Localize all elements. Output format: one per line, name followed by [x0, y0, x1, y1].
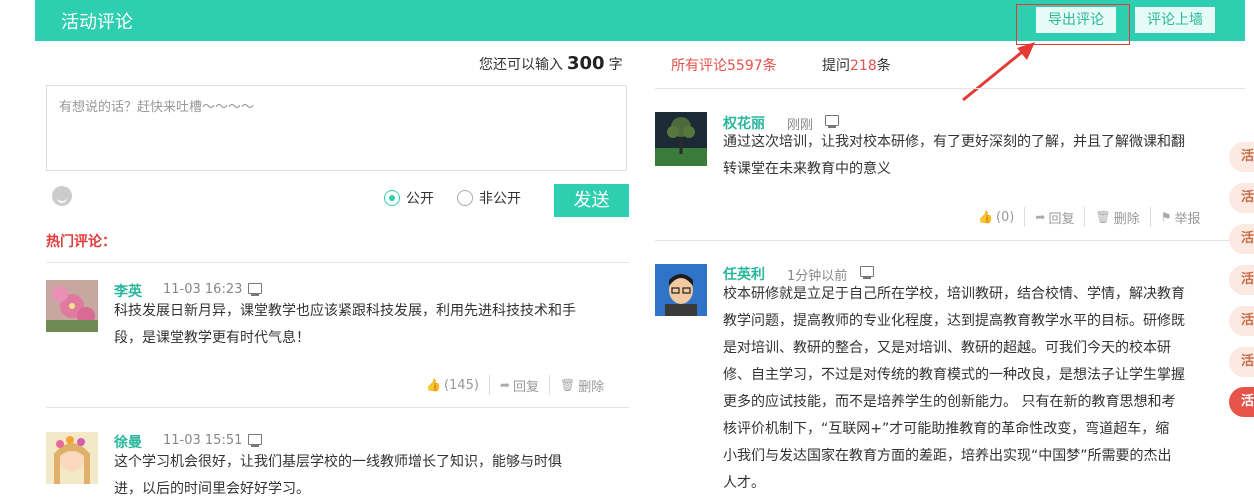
avatar[interactable]	[46, 432, 98, 484]
char-counter-value: 300	[567, 53, 605, 74]
flag-icon: ⚑	[1160, 210, 1172, 224]
side-tab[interactable]: 活	[1229, 183, 1254, 213]
divider	[655, 88, 1245, 89]
comment-actions: 👍 (145) ➦ 回复 🗑 删除	[426, 375, 604, 395]
computer-icon	[248, 283, 262, 296]
separator	[1024, 207, 1026, 227]
trash-icon: 🗑	[560, 378, 576, 392]
separator	[1084, 207, 1086, 227]
annotation-arrow-icon	[962, 42, 1035, 102]
comment-text: 教学问题，提高教师的专业化程度，达到提高教育教学水平的目标。研修既	[723, 313, 1185, 329]
avatar[interactable]	[655, 264, 707, 316]
like-button[interactable]: 👍 (145)	[426, 378, 479, 393]
reply-button[interactable]: ➦ 回复	[1035, 208, 1074, 227]
hot-comments-title: 热门评论：	[46, 234, 116, 250]
divider	[655, 240, 1245, 241]
computer-icon	[825, 115, 839, 128]
page-title: 活动评论	[61, 12, 133, 33]
report-button[interactable]: ⚑ 举报	[1161, 208, 1201, 227]
side-tab[interactable]: 活	[1229, 306, 1254, 336]
side-tab[interactable]: 活	[1229, 142, 1254, 172]
side-tab-active[interactable]: 活	[1229, 387, 1254, 417]
comment-text: 是对培训、教研的整合，又是对培训、教研的超越。可我们今天的校本研	[723, 340, 1171, 356]
tab-all-comments[interactable]: 所有评论5597条	[671, 55, 777, 75]
comment-text: 进，以后的时间里会好好学习。	[114, 481, 310, 497]
comment-wall-button[interactable]: 评论上墙	[1135, 7, 1215, 33]
divider	[46, 262, 629, 263]
private-radio[interactable]: 非公开	[457, 188, 521, 208]
comment-text: 转课堂在未来教育中的意义	[723, 161, 891, 177]
separator	[1149, 207, 1151, 227]
delete-button[interactable]: 🗑 删除	[1095, 208, 1139, 227]
comment-time: 11-03 16:23	[163, 282, 243, 297]
radio-unchecked-icon	[457, 190, 473, 206]
thumbs-up-icon: 👍	[426, 378, 441, 392]
comment-text: 段，是课堂教学更有时代气息！	[114, 330, 310, 346]
comment-actions: 👍 (0) ➦ 回复 🗑 删除 ⚑ 举报	[978, 207, 1200, 227]
comment-input[interactable]: 有想说的话？赶快来吐槽～～～～	[46, 85, 627, 171]
computer-icon	[248, 434, 262, 447]
char-counter: 您还可以输入 300 字	[479, 53, 623, 74]
comment-text: 这个学习机会很好，让我们基层学校的一线教师增长了知识，能够与时俱	[114, 454, 562, 470]
comment-text: 核评价机制下，“互联网+”才可能助推教育的革命性改变，弯道超车，缩	[723, 421, 1170, 437]
tab-questions[interactable]: 提问218条	[822, 55, 891, 75]
separator	[488, 375, 490, 395]
divider	[46, 407, 629, 408]
avatar[interactable]	[655, 112, 707, 166]
comment-time: 11-03 15:51	[163, 433, 243, 448]
comment-text: 小我们与发达国家在教育方面的差距，培养出实现“中国梦”所需要的杰出	[723, 448, 1172, 464]
thumbs-up-icon: 👍	[978, 210, 993, 224]
reply-icon: ➦	[1035, 210, 1046, 224]
reply-icon: ➦	[499, 378, 510, 392]
public-radio[interactable]: 公开	[384, 188, 434, 208]
separator	[549, 375, 550, 395]
comment-text: 校本研修就是立足于自己所在学校，培训教研，结合校情、学情，解决教育	[723, 286, 1185, 302]
comment-text: 人才。	[723, 475, 765, 491]
side-tab[interactable]: 活	[1229, 265, 1254, 295]
like-button[interactable]: 👍 (0)	[978, 210, 1014, 225]
side-tab[interactable]: 活	[1229, 347, 1254, 377]
side-tab[interactable]: 活	[1229, 224, 1254, 254]
comment-text: 科技发展日新月异，课堂教学也应该紧跟科技发展，利用先进科技技术和手	[114, 303, 576, 319]
comment-text: 通过这次培训，让我对校本研修，有了更好深刻的了解，并且了解微课和翻	[723, 134, 1185, 150]
comment-text: 更多的应试技能，而不是培养学生的创新能力。 只有在新的教育思想和考	[723, 394, 1176, 410]
emoji-icon[interactable]	[52, 186, 72, 206]
delete-button[interactable]: 🗑 删除	[560, 376, 604, 395]
computer-icon	[860, 266, 874, 279]
comment-text: 修、自主学习，不过是对传统的教育模式的一种改良，是想法子让学生掌握	[723, 367, 1185, 383]
radio-checked-icon	[384, 190, 400, 206]
trash-icon: 🗑	[1095, 210, 1111, 224]
reply-button[interactable]: ➦ 回复	[500, 376, 539, 395]
send-button[interactable]: 发送	[554, 184, 629, 217]
avatar[interactable]	[46, 280, 98, 332]
highlight-box	[1016, 4, 1130, 45]
